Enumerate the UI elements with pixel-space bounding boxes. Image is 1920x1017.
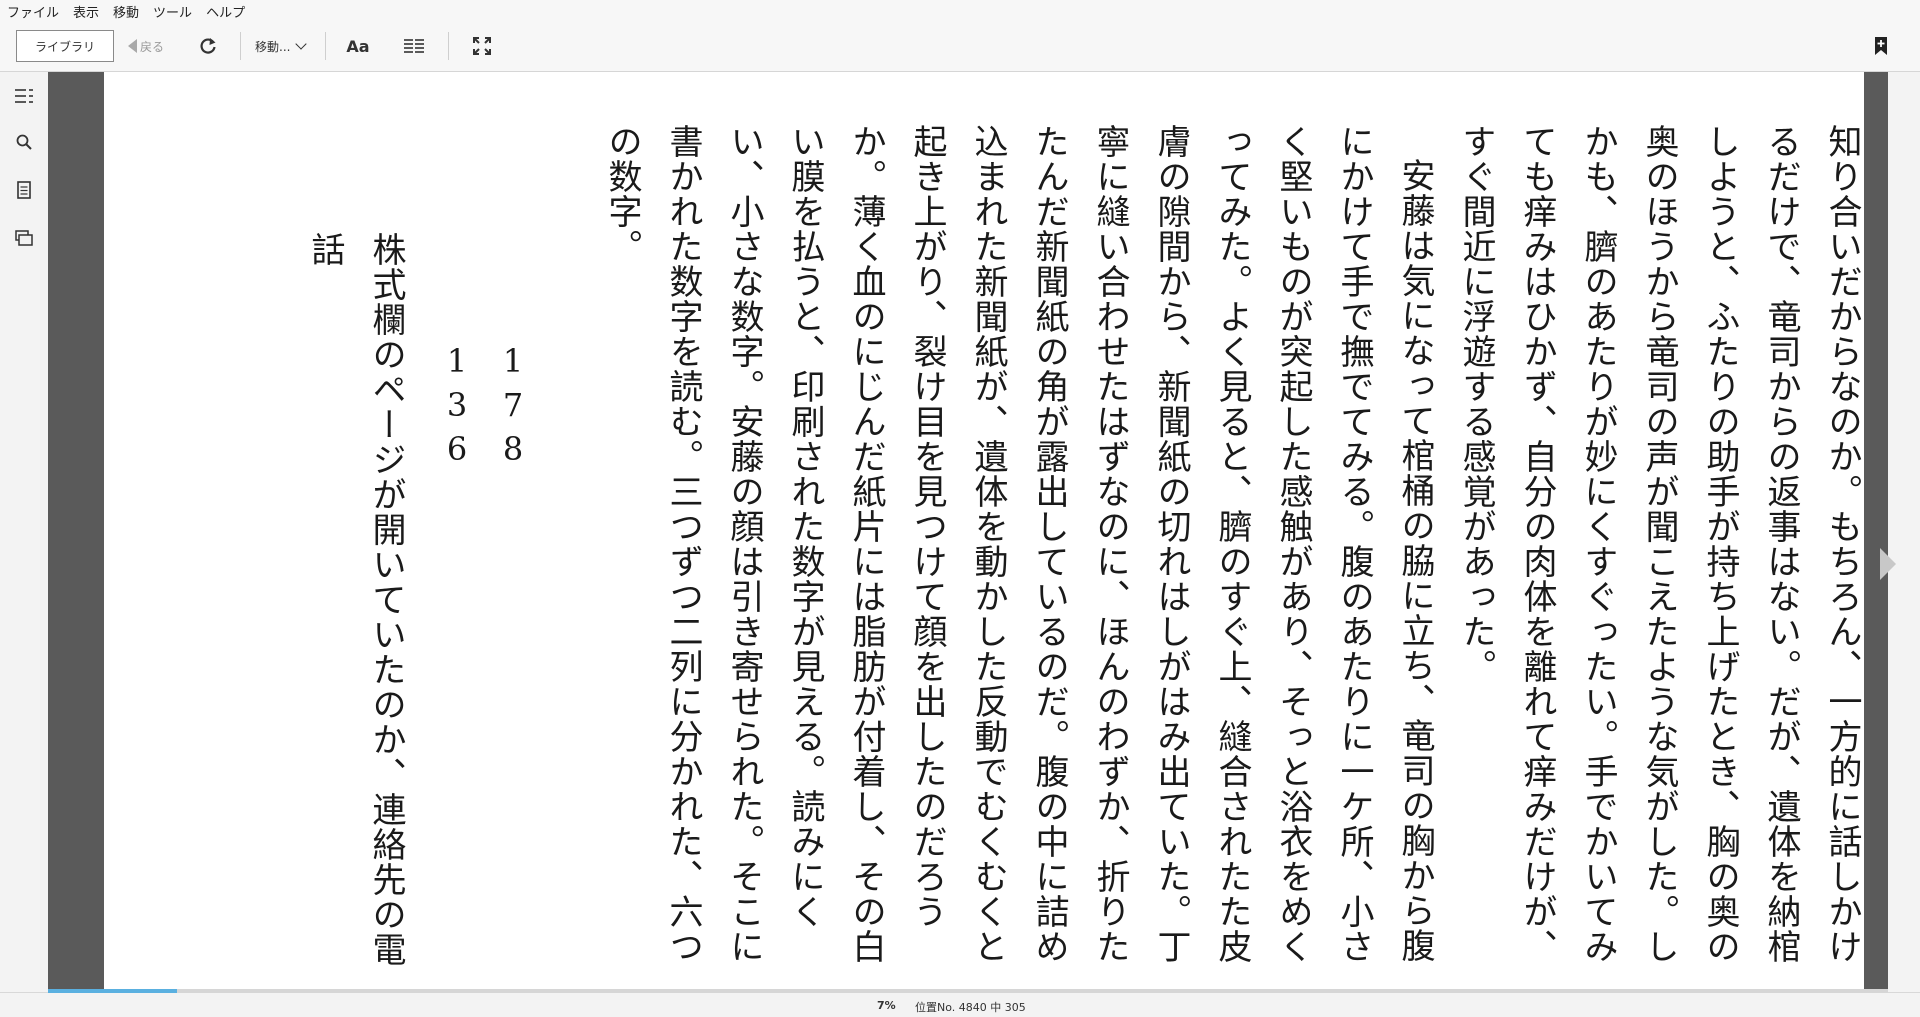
back-button[interactable]: 戻る xyxy=(128,30,173,62)
flashcards-button[interactable] xyxy=(12,226,36,250)
number-block: 178 136 xyxy=(429,342,541,542)
goto-dropdown[interactable]: 移動... xyxy=(255,30,313,62)
menu-view[interactable]: 表示 xyxy=(66,2,106,21)
library-button-label: ライブラリ xyxy=(34,39,95,54)
reading-progress-fill xyxy=(48,989,177,993)
fullscreen-button[interactable] xyxy=(470,30,494,62)
font-settings-button[interactable]: Aa xyxy=(345,30,371,62)
toolbar-divider xyxy=(240,32,241,60)
number-column: 178 xyxy=(494,342,532,474)
sync-button[interactable] xyxy=(196,30,220,62)
progress-percent: 7% xyxy=(877,999,896,1012)
toolbar-divider xyxy=(448,32,449,60)
document-icon xyxy=(17,181,31,199)
columns-icon xyxy=(404,39,424,53)
toolbar-divider xyxy=(325,32,326,60)
page-text-continued: 株式欄のページが開いていたのか、連絡先の電話 xyxy=(305,232,406,967)
menu-bar: ファイル 表示 移動 ツール ヘルプ xyxy=(0,0,1920,22)
fullscreen-icon xyxy=(473,37,491,55)
number-column: 136 xyxy=(438,342,476,474)
left-sidebar xyxy=(0,72,48,992)
menu-help[interactable]: ヘルプ xyxy=(199,2,252,21)
font-settings-label: Aa xyxy=(346,36,370,56)
status-bar: 7% 位置No. 4840 中 305 xyxy=(0,989,1920,1017)
back-arrow-icon xyxy=(128,39,137,53)
view-mode-button[interactable] xyxy=(402,30,426,62)
notes-button[interactable] xyxy=(12,178,36,202)
paragraph: 安藤は気になって棺桶の脇に立ち、竜司の胸から腹にかけて手で撫でてみる。腹のあたり… xyxy=(602,124,1435,964)
table-of-contents-icon xyxy=(15,89,33,103)
location-indicator: 位置No. 4840 中 305 xyxy=(915,1001,1026,1014)
reading-progress-bar[interactable] xyxy=(48,989,1888,993)
book-page[interactable]: 知り合いだからなのか。もちろん、一方的に話しかけるだけで、竜司からの返事はない。… xyxy=(104,72,1864,990)
cards-icon xyxy=(15,230,33,246)
library-button[interactable]: ライブラリ xyxy=(16,30,114,62)
toolbar: ライブラリ 戻る 移動... Aa xyxy=(0,22,1920,72)
refresh-icon xyxy=(200,38,216,54)
bookmark-button[interactable] xyxy=(1871,30,1891,62)
page-text: 知り合いだからなのか。もちろん、一方的に話しかけるだけで、竜司からの返事はない。… xyxy=(504,124,1864,964)
toc-button[interactable] xyxy=(12,84,36,108)
search-icon xyxy=(16,134,32,150)
goto-dropdown-label: 移動... xyxy=(255,39,291,54)
menu-tools[interactable]: ツール xyxy=(146,2,199,21)
back-button-label: 戻る xyxy=(140,39,165,54)
menu-go[interactable]: 移動 xyxy=(106,2,146,21)
paragraph: 知り合いだからなのか。もちろん、一方的に話しかけるだけで、竜司からの返事はない。… xyxy=(1456,124,1862,964)
bookmark-add-icon xyxy=(1875,37,1887,55)
next-page-arrow-icon[interactable] xyxy=(1880,548,1896,580)
chevron-down-icon xyxy=(295,38,308,50)
search-button[interactable] xyxy=(12,130,36,154)
menu-file[interactable]: ファイル xyxy=(0,2,66,21)
